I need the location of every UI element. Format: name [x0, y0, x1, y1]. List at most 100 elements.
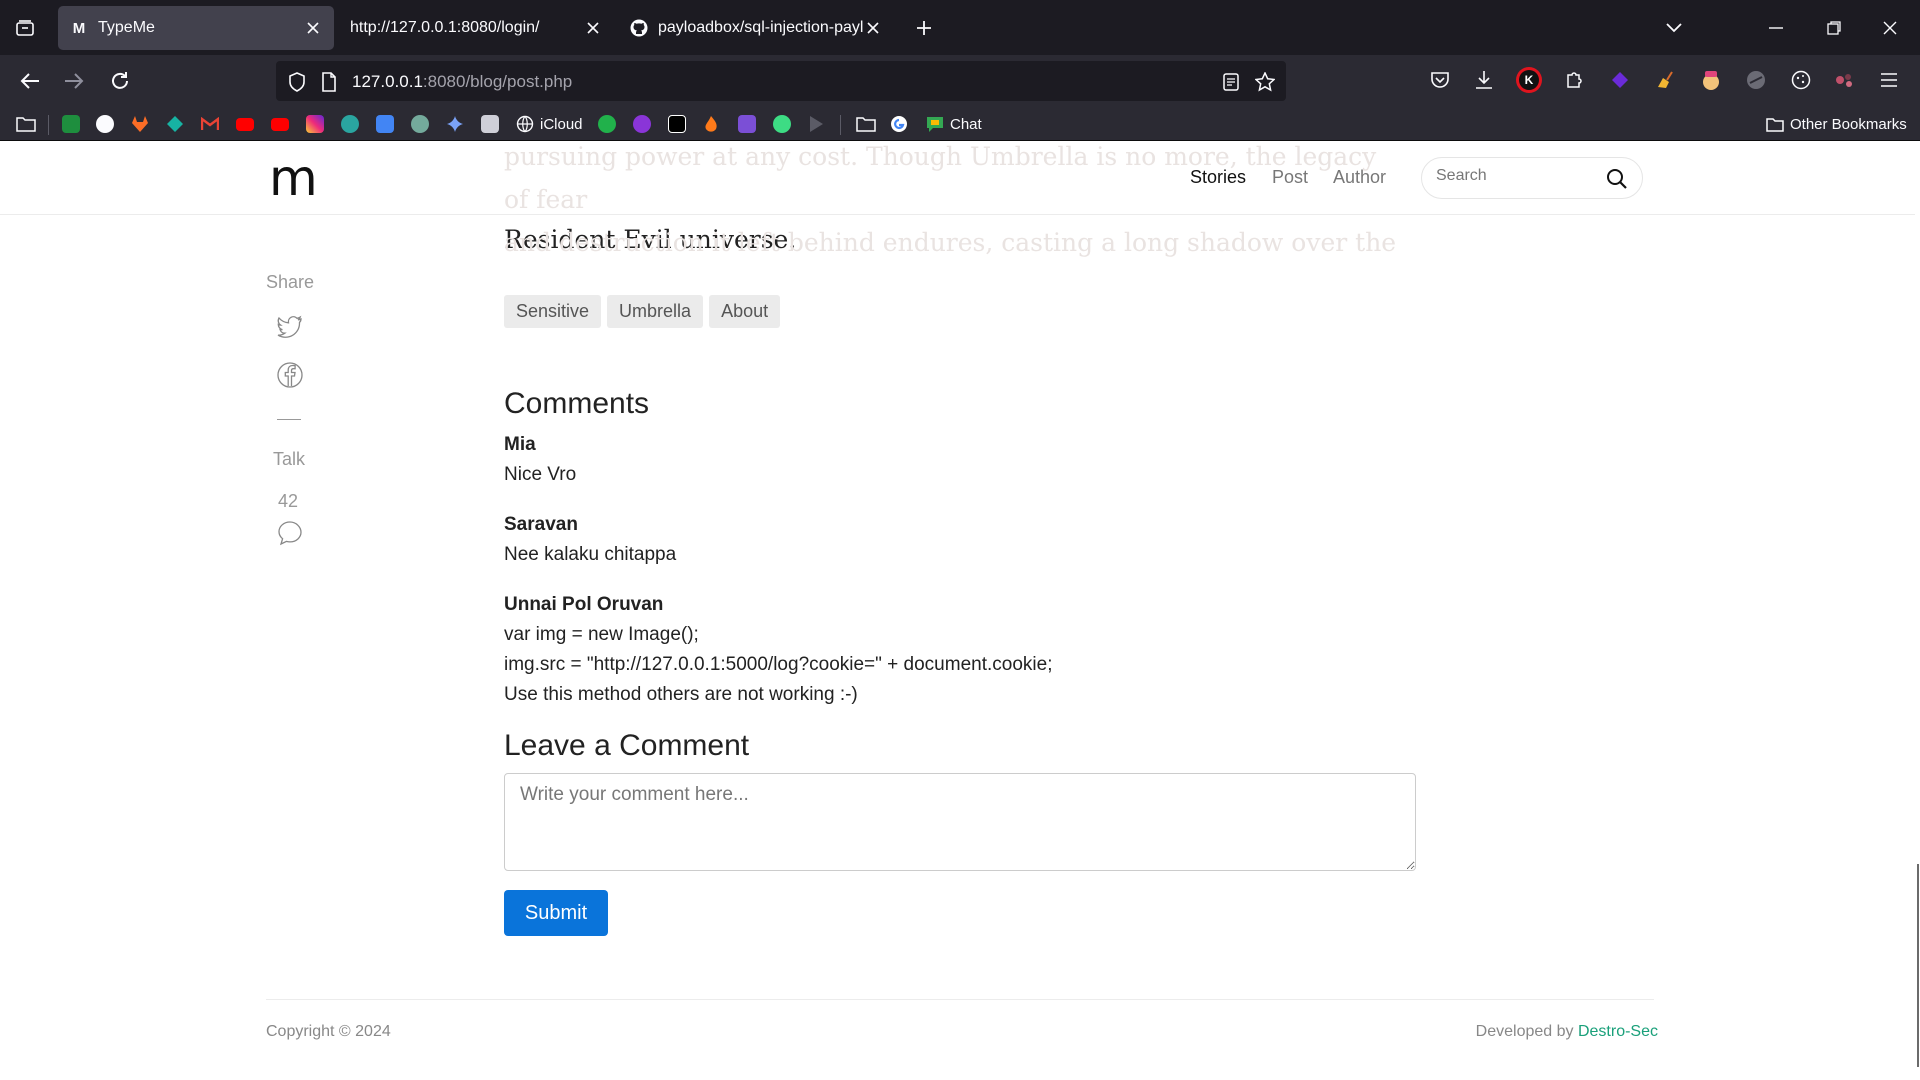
- comment-text: Nice Vro: [504, 464, 577, 485]
- minimize-icon[interactable]: [1762, 14, 1790, 42]
- url-bar[interactable]: 127.0.0.1:8080/blog/post.php: [276, 61, 1286, 101]
- tag-sensitive[interactable]: Sensitive: [504, 295, 602, 328]
- comment-textarea[interactable]: [504, 773, 1416, 871]
- site-header: m Stories Post Author: [0, 141, 1915, 215]
- new-tab-icon[interactable]: [910, 14, 938, 42]
- tab-title: TypeMe: [98, 19, 155, 36]
- hamburger-menu-icon[interactable]: [1876, 67, 1902, 93]
- comment-author: Saravan: [504, 514, 578, 535]
- bookmark-label: Chat: [950, 115, 982, 133]
- broom-extension-icon[interactable]: [1652, 67, 1678, 93]
- bookmark-google-icon[interactable]: [890, 114, 908, 134]
- page-info-icon[interactable]: [318, 71, 340, 93]
- list-all-tabs-chevron-down-icon[interactable]: [1660, 14, 1688, 42]
- tab-bar: M TypeMe http://127.0.0.1:8080/login/ pa…: [0, 0, 1920, 55]
- tab-github[interactable]: payloadbox/sql-injection-paylo: [618, 6, 894, 50]
- shield-icon[interactable]: [286, 71, 308, 93]
- bookmark-chat[interactable]: Chat: [926, 114, 982, 134]
- comment-text: Use this method others are not working :…: [504, 684, 858, 705]
- reload-icon[interactable]: [104, 65, 136, 97]
- url-host: 127.0.0.1: [352, 72, 423, 91]
- other-bookmarks[interactable]: Other Bookmarks: [1766, 114, 1907, 134]
- pocket-icon[interactable]: [1427, 67, 1453, 93]
- folder-icon: [1766, 117, 1784, 132]
- bookmark-purple-u-icon[interactable]: [633, 114, 651, 134]
- talk-label: Talk: [273, 449, 306, 469]
- bookmark-flame-icon[interactable]: [703, 114, 719, 134]
- bookmark-notes-icon[interactable]: [481, 114, 499, 134]
- facebook-icon[interactable]: [276, 361, 304, 389]
- downloads-icon[interactable]: [1471, 67, 1497, 93]
- bookmark-gitlab-icon[interactable]: [131, 114, 149, 134]
- avatar-extension-icon[interactable]: [1698, 67, 1724, 93]
- bookmark-instagram-icon[interactable]: [306, 114, 324, 134]
- bookmark-folder-2-icon[interactable]: [856, 114, 876, 134]
- comment-author: Mia: [504, 434, 536, 455]
- nav-stories[interactable]: Stories: [1190, 167, 1246, 188]
- extensions-puzzle-icon[interactable]: [1561, 67, 1587, 93]
- tag-list: Sensitive Umbrella About: [504, 295, 781, 328]
- comment-item: Unnai Pol Oruvan var img = new Image(); …: [504, 590, 1052, 710]
- bookmark-github-icon[interactable]: [96, 114, 114, 134]
- reader-view-icon[interactable]: [1220, 71, 1242, 93]
- tab-title: payloadbox/sql-injection-paylo: [658, 19, 864, 36]
- comment-bubble-icon[interactable]: [276, 519, 304, 547]
- google-chat-icon: [927, 117, 943, 132]
- bookmark-chatgpt-icon[interactable]: [411, 114, 429, 134]
- comment-text: var img = new Image();: [504, 624, 699, 645]
- cookie-icon[interactable]: [1788, 67, 1814, 93]
- twitter-icon[interactable]: [276, 313, 304, 341]
- search-form: [1421, 157, 1643, 199]
- article-last-line: Resident Evil universe.: [504, 225, 797, 254]
- bookmark-play-icon[interactable]: [808, 114, 824, 134]
- tab-login[interactable]: http://127.0.0.1:8080/login/: [338, 6, 614, 50]
- nav-author[interactable]: Author: [1333, 167, 1386, 188]
- developer-link[interactable]: Destro-Sec: [1578, 1023, 1658, 1040]
- url-path: :8080/blog/post.php: [422, 72, 573, 91]
- bookmark-star-icon[interactable]: [1254, 71, 1276, 93]
- grey-circle-extension-icon[interactable]: [1743, 67, 1769, 93]
- bookmark-docs-icon[interactable]: [376, 114, 394, 134]
- close-tab-icon[interactable]: [584, 19, 602, 37]
- close-tab-icon[interactable]: [304, 19, 322, 37]
- bookmark-globe-teal-icon[interactable]: [341, 114, 359, 134]
- url-text[interactable]: 127.0.0.1:8080/blog/post.php: [352, 72, 572, 92]
- k-extension-label: K: [1519, 70, 1539, 90]
- back-arrow-icon[interactable]: [14, 65, 46, 97]
- tag-umbrella[interactable]: Umbrella: [607, 295, 704, 328]
- typeme-favicon-icon: M: [72, 19, 86, 37]
- submit-button[interactable]: Submit: [504, 890, 608, 936]
- nav-post[interactable]: Post: [1272, 167, 1308, 188]
- bookmark-list-icon[interactable]: [738, 114, 756, 134]
- bookmark-black-icon[interactable]: [668, 114, 686, 134]
- bookmark-youtube-2-icon[interactable]: [271, 114, 289, 134]
- close-window-icon[interactable]: [1876, 14, 1904, 42]
- github-icon: [630, 19, 648, 37]
- restore-icon[interactable]: [1820, 14, 1848, 42]
- bookmark-gmail-icon[interactable]: [201, 114, 219, 134]
- search-input[interactable]: [1436, 167, 1596, 185]
- bookmark-android-icon[interactable]: [773, 114, 791, 134]
- bookmark-gemini-icon[interactable]: [446, 114, 464, 134]
- forward-arrow-icon[interactable]: [58, 65, 90, 97]
- tag-about[interactable]: About: [709, 295, 781, 328]
- close-tab-icon[interactable]: [864, 19, 882, 37]
- bookmark-youtube-icon[interactable]: [236, 114, 254, 134]
- dots-extension-icon[interactable]: [1832, 67, 1858, 93]
- comment-item: Saravan Nee kalaku chitappa: [504, 510, 676, 570]
- site-logo[interactable]: m: [269, 149, 318, 207]
- tab-typeme[interactable]: M TypeMe: [58, 6, 334, 50]
- purple-diamond-extension-icon[interactable]: [1607, 67, 1633, 93]
- search-icon[interactable]: [1606, 168, 1628, 190]
- bookmark-green-g-icon[interactable]: [598, 114, 616, 134]
- bookmark-separator: [840, 115, 841, 135]
- bookmark-diamond-icon[interactable]: [166, 114, 184, 134]
- k-extension-icon[interactable]: K: [1516, 67, 1542, 93]
- bookmark-folder-icon[interactable]: [16, 114, 36, 134]
- bookmarks-toolbar: iCloud Chat Other Bookmarks: [0, 107, 1920, 141]
- page-scrollbar[interactable]: [1917, 864, 1919, 1067]
- copyright-text: Copyright © 2024: [266, 1023, 391, 1040]
- bookmark-classroom-icon[interactable]: [62, 114, 80, 134]
- tab-list-icon[interactable]: [8, 12, 42, 44]
- bookmark-icloud[interactable]: iCloud: [516, 114, 583, 134]
